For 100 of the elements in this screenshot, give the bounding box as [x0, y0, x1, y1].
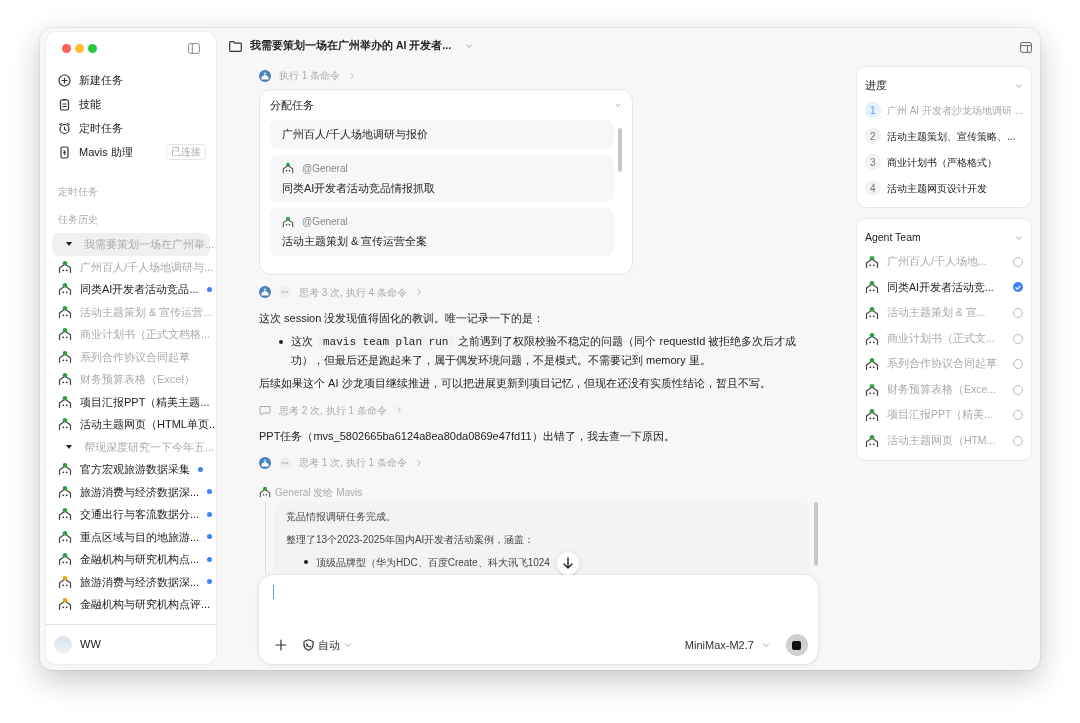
progress-step[interactable]: 4 活动主题网页设计开发: [864, 175, 1023, 201]
history-title: 交通出行与客流数据分...: [80, 507, 200, 522]
user-name: WW: [80, 637, 101, 653]
plus-icon: [275, 639, 287, 651]
bot-icon: [58, 259, 72, 274]
nav-item[interactable]: 定时任务: [46, 116, 216, 140]
history-title: 金融机构与研究机构点评...: [80, 597, 211, 612]
progress-step[interactable]: 3 商业计划书（严格格式）: [864, 149, 1023, 175]
chevron-icon: [348, 71, 357, 80]
scrollbar[interactable]: [618, 128, 622, 172]
bot-icon: [259, 486, 271, 499]
chevron-icon: [414, 288, 423, 296]
chevron-icon[interactable]: [614, 101, 622, 109]
history-title: 系列合作协议合同起草: [80, 349, 191, 365]
step-number: 3: [864, 154, 881, 170]
bot-icon: [58, 349, 72, 364]
history-item[interactable]: 重点区域与目的地旅游...: [52, 525, 210, 548]
bullet-text: 这次 mavis team plan run 之前遇到了权限校验不稳定的问题（同个 requestId 被拒绝多次后才成功），但最后还是跑起来了，属于偶发环境问题，不是模式。不需要记到 memory 里。: [291, 334, 798, 368]
step-title: 商业计划书（严格格式）: [886, 155, 997, 170]
add-button[interactable]: [275, 639, 287, 651]
section-heading: 任务历史: [57, 213, 99, 227]
step-number: 4: [864, 180, 881, 196]
history-title: 财务预算表格（Excel）: [80, 372, 196, 387]
chevron-icon: [394, 406, 403, 415]
folder-icon: [229, 40, 242, 52]
task-item[interactable]: 广州百人/千人场地调研与报价: [270, 120, 614, 149]
progress-step[interactable]: 2 活动主题策划、宣传策略、...: [864, 123, 1023, 149]
history-item[interactable]: 金融机构与研究机构点评...: [52, 593, 210, 616]
alarm-clock-icon: [58, 121, 71, 135]
sidebar-toggle-icon[interactable]: [188, 42, 200, 54]
chevron-icon[interactable]: [1015, 82, 1023, 90]
step-number: 1: [864, 102, 881, 118]
bot-icon: [58, 282, 72, 297]
avatar-icon: [259, 69, 271, 82]
relay-text: 顶级品牌型（华为HDC、百度Create、科大讯飞1024: [316, 556, 550, 571]
task-item[interactable]: @General 活动主题策划 & 宣传运营全案: [270, 208, 614, 256]
history-title: 官方宏观旅游数据采集: [80, 462, 190, 477]
history-title: 活动主题策划 & 宣传运营...: [80, 304, 213, 320]
history-title: 重点区域与目的地旅游...: [80, 529, 200, 545]
bot-icon: [58, 574, 72, 589]
section-heading: 定时任务: [57, 185, 99, 199]
bot-icon: [282, 162, 294, 174]
zoom-button[interactable]: [88, 43, 97, 53]
history-title: 活动主题网页（HTML单页...: [80, 417, 216, 432]
model-dropdown[interactable]: MiniMax-M2.7: [684, 636, 770, 654]
step-title: 活动主题网页设计开发: [886, 181, 987, 196]
bot-icon: [58, 529, 72, 544]
history-title: 同类AI开发者活动竞品...: [80, 282, 199, 297]
bot-icon: [58, 597, 72, 612]
mention-label: @General: [302, 161, 348, 176]
member-name: 商业计划书（正式文...: [886, 330, 996, 346]
status-badge: 已连接: [166, 144, 206, 160]
panel-layout-icon[interactable]: [1020, 41, 1032, 53]
triangle-icon: [66, 443, 72, 450]
mode-dropdown[interactable]: 自动: [303, 636, 352, 654]
chevron-icon[interactable]: [465, 42, 474, 50]
history-item[interactable]: 旅游消费与经济数据深...: [52, 570, 210, 593]
task-item[interactable]: @General 同类AI开发者活动竞品情报抓取: [270, 154, 614, 202]
history-item[interactable]: 金融机构与研究机构点...: [52, 548, 210, 571]
bot-icon: [864, 331, 879, 346]
stop-button[interactable]: [785, 634, 808, 656]
history-item[interactable]: 项目汇报PPT（精美主题...: [52, 390, 210, 413]
nav-item[interactable]: 新建任务: [46, 68, 216, 92]
history-item[interactable]: 官方宏观旅游数据采集: [52, 458, 210, 481]
step-title: 广州 AI 开发者沙龙场地调研 ...: [886, 103, 1023, 118]
close-button[interactable]: [62, 43, 71, 53]
bot-icon: [864, 382, 879, 397]
bullet-dot: [279, 340, 283, 345]
bot-icon: [864, 306, 879, 320]
user-avatar[interactable]: [54, 635, 72, 654]
card-title: 分配任务: [270, 97, 314, 113]
member-name: 项目汇报PPT（精美...: [886, 407, 995, 423]
shield-icon: [303, 639, 314, 651]
arrow-down-icon: [562, 557, 574, 569]
history-item[interactable]: 旅游消费与经济数据深...: [52, 480, 210, 503]
nav-item[interactable]: Mavis 助理 已连接: [46, 140, 216, 164]
bot-icon: [58, 327, 72, 342]
history-item[interactable]: 同类AI开发者活动竞品...: [52, 278, 210, 301]
bullet-dot: [304, 560, 308, 565]
member-name: 财务预算表格（Exce...: [886, 381, 997, 397]
history-title: 帮现深度研究一下今年五...: [84, 439, 215, 455]
nav-label: Mavis 助理: [79, 144, 134, 160]
relay-header: General 发给 Mavis: [275, 485, 363, 500]
bot-icon: [864, 408, 879, 423]
scrollbar[interactable]: [813, 502, 818, 567]
minimize-button[interactable]: [75, 43, 84, 53]
chevron-icon[interactable]: [1015, 234, 1023, 242]
bot-icon: [864, 433, 879, 448]
history-item[interactable]: 交通出行与客流数据分...: [52, 503, 210, 526]
member-name: 活动主题策划 & 宣...: [886, 305, 987, 321]
phone-icon: [58, 145, 71, 159]
card-title: Agent Team: [864, 230, 921, 246]
bot-icon: [282, 215, 294, 228]
nav-item[interactable]: 技能: [46, 92, 216, 116]
stop-icon: [792, 640, 802, 650]
team-member[interactable]: 同类AI开发者活动竞...: [864, 274, 1023, 301]
bot-icon: [864, 254, 879, 269]
text-cursor: [273, 585, 274, 599]
triangle-icon: [66, 241, 72, 248]
bot-icon: [864, 280, 879, 295]
